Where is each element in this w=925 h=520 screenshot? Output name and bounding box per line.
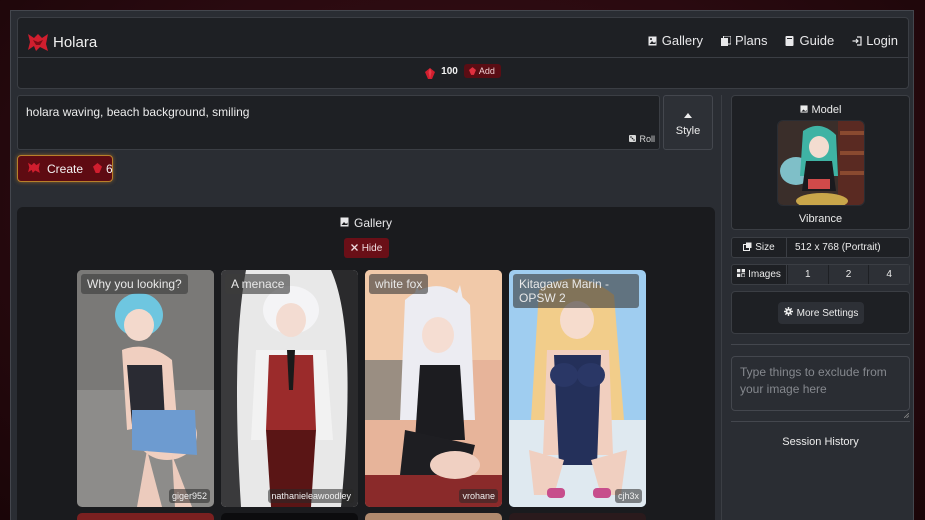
nav-login[interactable]: Login <box>852 33 898 48</box>
holara-logo-icon <box>27 31 49 53</box>
book-icon <box>785 35 794 46</box>
nav-gallery[interactable]: Gallery <box>648 33 703 48</box>
images-count-selector: Images 1 2 4 <box>731 264 910 285</box>
gallery-card-next-row[interactable] <box>77 513 214 520</box>
card-title: Why you looking? <box>81 274 188 294</box>
prompt-text[interactable]: holara waving, beach background, smiling <box>26 105 249 119</box>
resize-grip-icon[interactable] <box>903 405 910 419</box>
gallery-card[interactable]: Why you looking? giger952 <box>77 270 214 507</box>
create-cost: 6 <box>93 162 113 176</box>
resize-icon <box>743 242 752 254</box>
card-author[interactable]: giger952 <box>168 489 210 503</box>
gem-icon <box>425 66 436 79</box>
hide-label: Hide <box>361 242 383 254</box>
gallery-title: Gallery <box>17 216 715 230</box>
image-icon <box>799 104 808 116</box>
session-history-title[interactable]: Session History <box>731 436 910 448</box>
gallery-card[interactable]: white fox vrohane <box>365 270 502 507</box>
size-label: Size <box>732 238 787 257</box>
more-settings-label: More Settings <box>796 307 859 319</box>
roll-label: Roll <box>639 134 655 144</box>
images-option-4[interactable]: 4 <box>868 265 910 284</box>
images-option-1[interactable]: 1 <box>787 265 828 284</box>
gallery-card-next-row[interactable] <box>221 513 358 520</box>
card-artwork-image <box>221 270 358 507</box>
nav-plans[interactable]: Plans <box>720 33 768 48</box>
size-selector[interactable]: Size 512 x 768 (Portrait) <box>731 237 910 258</box>
prompt-input[interactable]: holara waving, beach background, smiling… <box>17 95 660 150</box>
gallery-card-next-row[interactable] <box>365 513 502 520</box>
brand[interactable]: Holara <box>27 31 97 53</box>
add-credits-button[interactable]: Add <box>463 64 501 78</box>
model-name: Vibrance <box>798 213 843 225</box>
header: Holara Gallery Plans Guide Login 100 Add <box>17 17 909 89</box>
holara-logo-icon <box>27 161 41 177</box>
card-author[interactable]: cjh3x <box>614 489 642 503</box>
create-cost-value: 6 <box>106 161 113 176</box>
nav-login-label: Login <box>866 33 898 48</box>
gem-icon <box>93 162 103 176</box>
gallery-card-next-row[interactable] <box>509 513 646 520</box>
add-credits-label: Add <box>478 66 495 76</box>
card-artwork-image <box>365 270 502 507</box>
gallery-panel: Gallery Hide Why you looking? giger952 A… <box>17 207 715 520</box>
images-label: Images <box>732 265 787 284</box>
chevron-up-icon <box>684 109 692 121</box>
gem-icon <box>468 67 476 75</box>
divider <box>731 421 910 422</box>
size-label-text: Size <box>755 242 775 253</box>
card-title: Kitagawa Marin - OPSW 2 <box>513 274 639 308</box>
login-icon <box>852 35 862 46</box>
model-thumbnail[interactable] <box>777 120 865 206</box>
main-nav: Gallery Plans Guide Login <box>648 33 898 48</box>
brand-name: Holara <box>53 33 98 51</box>
images-label-text: Images <box>748 269 781 280</box>
model-title-label: Model <box>811 104 842 116</box>
gear-icon <box>783 307 793 319</box>
card-artwork-image <box>77 270 214 507</box>
panel-divider <box>721 95 722 520</box>
card-title: white fox <box>369 274 429 294</box>
dice-icon <box>629 134 637 144</box>
nav-gallery-label: Gallery <box>661 33 703 48</box>
card-author[interactable]: nathanieleawoodley <box>268 489 354 503</box>
nav-guide[interactable]: Guide <box>785 33 834 48</box>
cards-icon <box>720 35 731 46</box>
app-window: Holara Gallery Plans Guide Login 100 Add… <box>10 10 914 520</box>
credits-bar: 100 Add <box>18 64 908 79</box>
close-icon <box>350 243 358 254</box>
credit-count: 100 <box>441 65 458 77</box>
model-title: Model <box>732 104 909 116</box>
nav-guide-label: Guide <box>799 33 835 48</box>
nav-plans-label: Plans <box>734 33 768 48</box>
card-author[interactable]: vrohane <box>459 489 498 503</box>
grid-icon <box>737 269 746 280</box>
images-option-2[interactable]: 2 <box>827 265 869 284</box>
divider <box>731 344 910 345</box>
roll-button[interactable]: Roll <box>629 134 655 144</box>
image-icon <box>648 36 657 46</box>
gallery-card[interactable]: A menace nathanieleawoodley <box>221 270 358 507</box>
hide-gallery-button[interactable]: Hide <box>344 238 389 258</box>
negative-prompt-input[interactable] <box>731 356 910 411</box>
gallery-cards: Why you looking? giger952 A menace natha… <box>77 270 646 507</box>
more-settings-panel: More Settings <box>731 291 910 334</box>
gallery-card[interactable]: Kitagawa Marin - OPSW 2 cjh3x <box>509 270 646 507</box>
more-settings-button[interactable]: More Settings <box>778 302 864 324</box>
header-divider <box>18 57 908 58</box>
gallery-title-label: Gallery <box>353 216 392 230</box>
style-label: Style <box>675 124 701 137</box>
style-button[interactable]: Style <box>663 95 713 150</box>
size-value[interactable]: 512 x 768 (Portrait) <box>787 242 881 253</box>
model-selector: Model Vibrance <box>731 95 910 230</box>
card-title: A menace <box>225 274 291 294</box>
model-preview-image <box>778 121 864 205</box>
create-button[interactable]: Create 6 <box>17 155 113 182</box>
create-label: Create <box>47 161 84 176</box>
image-icon <box>340 216 349 230</box>
